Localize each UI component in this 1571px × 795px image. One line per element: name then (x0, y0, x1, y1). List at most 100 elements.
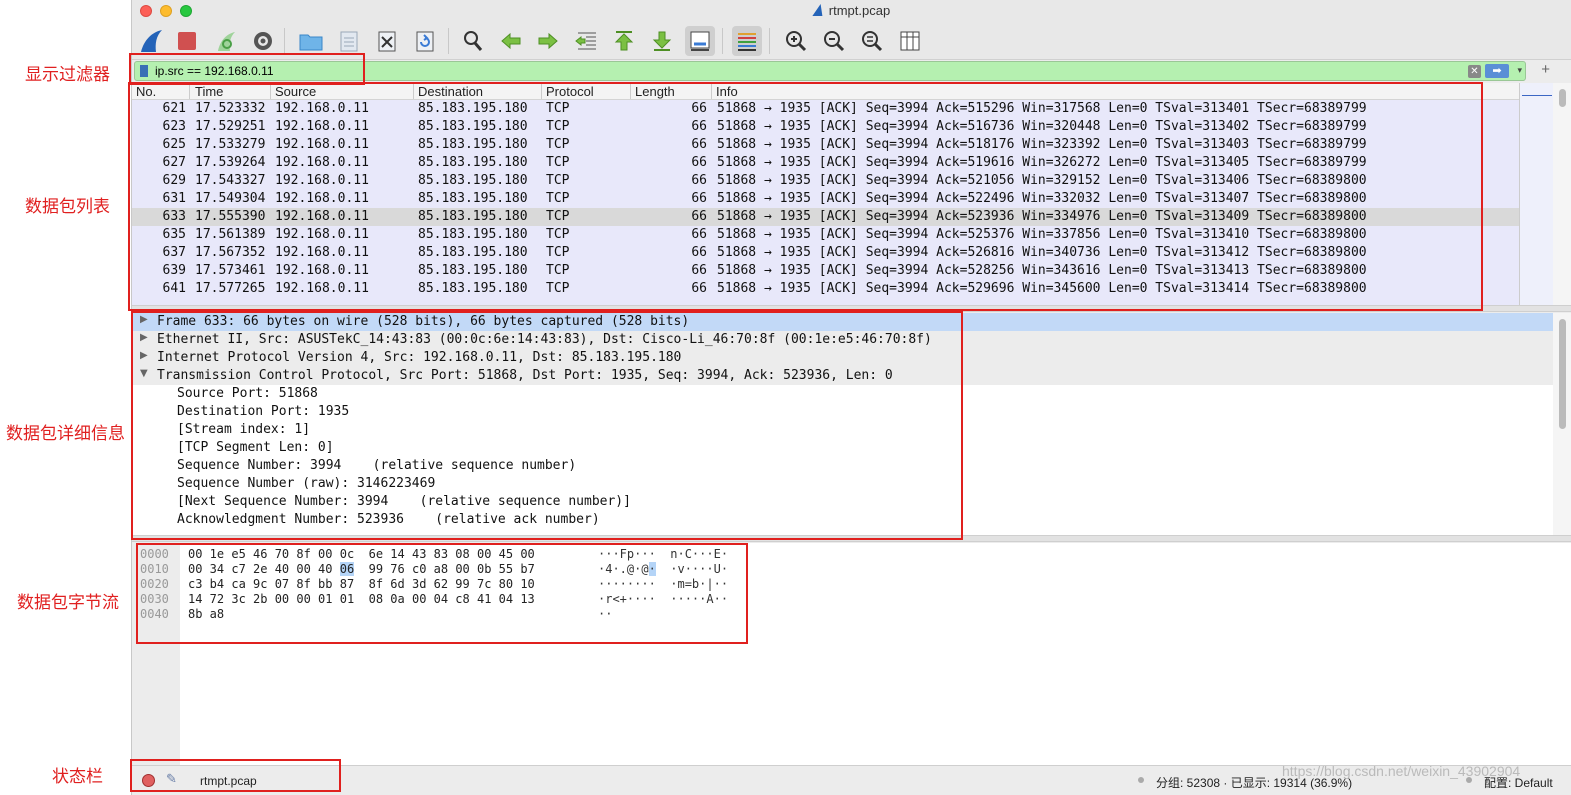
column-divider (270, 84, 271, 99)
start-capture-button[interactable] (136, 26, 166, 56)
bookmark-icon[interactable] (140, 65, 148, 77)
hex-bytes[interactable]: 14 72 3c 2b 00 00 01 01 08 0a 00 04 c8 4… (188, 592, 535, 606)
ascii-bytes[interactable]: ·4·.@·@· ·v····U· (598, 562, 728, 576)
packet-row[interactable]: 621 17.523332 192.168.0.11 85.183.195.180 TC… (132, 100, 1519, 118)
capture-comment-icon[interactable]: ✎ (166, 771, 177, 787)
pane-splitter[interactable] (132, 535, 1571, 542)
hex-bytes[interactable]: 00 1e e5 46 70 8f 00 0c 6e 14 43 83 08 0… (188, 547, 535, 561)
column-header-source[interactable]: Source (275, 84, 316, 99)
close-file-button[interactable] (372, 26, 402, 56)
packet-list-scrollbar[interactable] (1553, 83, 1571, 305)
packet-cell-info: 51868 → 1935 [ACK] Seq=3994 Ack=526816 W… (717, 245, 1367, 260)
column-header-info[interactable]: Info (716, 84, 738, 99)
packet-row[interactable]: 627 17.539264 192.168.0.11 85.183.195.180 TC… (132, 154, 1519, 172)
detail-field[interactable]: Destination Port: 1935 (132, 403, 1553, 421)
scrollbar-thumb[interactable] (1559, 89, 1566, 107)
expand-down-icon[interactable]: ▼ (140, 368, 148, 379)
open-folder-icon (299, 34, 323, 51)
zoom-out-button[interactable] (819, 26, 849, 56)
status-file-name: rtmpt.pcap (200, 774, 257, 788)
filter-dropdown-icon[interactable]: ▾ (1517, 65, 1522, 76)
expand-right-icon[interactable]: ▶ (140, 332, 148, 343)
normal-size-button[interactable] (857, 26, 887, 56)
scrollbar-thumb[interactable] (1559, 319, 1566, 429)
first-packet-button[interactable] (609, 26, 639, 56)
packet-cell-len: 66 (691, 263, 707, 278)
column-header-destination[interactable]: Destination (418, 84, 483, 99)
detail-text: Acknowledgment Number: 523936 (relative … (177, 512, 600, 527)
go-back-button[interactable] (496, 26, 526, 56)
detail-field[interactable]: Sequence Number (raw): 3146223469 (132, 475, 1553, 493)
packet-minimap[interactable] (1519, 83, 1553, 305)
packet-cell-proto: TCP (546, 281, 570, 296)
packet-row[interactable]: 637 17.567352 192.168.0.11 85.183.195.180 TC… (132, 244, 1519, 262)
column-header-no[interactable]: No. (136, 84, 156, 99)
packet-row[interactable]: 631 17.549304 192.168.0.11 85.183.195.180 TC… (132, 190, 1519, 208)
detail-field[interactable]: Sequence Number: 3994 (relative sequence… (132, 457, 1553, 475)
detail-tree-node[interactable]: ▶ Frame 633: 66 bytes on wire (528 bits),… (132, 313, 1553, 331)
detail-text: Internet Protocol Version 4, Src: 192.16… (157, 350, 682, 365)
packet-row[interactable]: 641 17.577265 192.168.0.11 85.183.195.180 TC… (132, 280, 1519, 298)
ascii-bytes[interactable]: ·r<+···· ·····A·· (598, 592, 728, 606)
detail-tree-node[interactable]: ▶ Ethernet II, Src: ASUSTekC_14:43:83 (00… (132, 331, 1553, 349)
packet-row[interactable]: 635 17.561389 192.168.0.11 85.183.195.180 TC… (132, 226, 1519, 244)
find-packet-button[interactable] (458, 26, 488, 56)
detail-text: Source Port: 51868 (177, 386, 318, 401)
restart-capture-button[interactable] (211, 26, 241, 56)
clear-filter-button[interactable]: ✕ (1468, 65, 1481, 78)
packet-cell-time: 17.523332 (195, 101, 266, 116)
detail-field[interactable]: Acknowledgment Number: 523936 (relative … (132, 511, 1553, 529)
column-header-length[interactable]: Length (635, 84, 675, 99)
detail-tree-node[interactable]: ▼ Transmission Control Protocol, Src Port… (132, 367, 1553, 385)
ascii-bytes[interactable]: ·· (598, 607, 612, 621)
normal-size-icon (862, 31, 883, 52)
packet-details-scrollbar[interactable] (1553, 313, 1571, 535)
expert-info-icon[interactable] (142, 774, 155, 787)
ascii-bytes[interactable]: ········ ·m=b·|·· (598, 577, 728, 591)
packet-row[interactable]: 639 17.573461 192.168.0.11 85.183.195.180 TC… (132, 262, 1519, 280)
expand-right-icon[interactable]: ▶ (140, 314, 148, 325)
expand-right-icon[interactable]: ▶ (140, 350, 148, 361)
resize-columns-button[interactable] (895, 26, 925, 56)
go-forward-button[interactable] (533, 26, 563, 56)
hex-row: 0040 8b a8 ·· (132, 607, 832, 622)
pane-splitter[interactable] (132, 305, 1571, 312)
column-header-time[interactable]: Time (195, 84, 223, 99)
column-header-protocol[interactable]: Protocol (546, 84, 594, 99)
add-filter-button[interactable]: + (1541, 61, 1550, 78)
packet-cell-proto: TCP (546, 119, 570, 134)
annotation-packet-bytes: 数据包字节流 (17, 593, 119, 613)
stop-capture-button[interactable] (172, 26, 202, 56)
detail-field[interactable]: Source Port: 51868 (132, 385, 1553, 403)
column-divider (413, 84, 414, 99)
colorize-button[interactable] (732, 26, 762, 56)
detail-text: [Next Sequence Number: 3994 (relative se… (177, 494, 631, 509)
annotation-packet-details: 数据包详细信息 (6, 424, 125, 444)
autoscroll-button[interactable] (685, 26, 715, 56)
save-icon (340, 31, 358, 52)
hex-byte-group: c3 b4 ca 9c 07 8f bb 87 8f 6d 3d 62 99 7… (188, 577, 535, 591)
packet-row[interactable]: 633 17.555390 192.168.0.11 85.183.195.180 TC… (132, 208, 1519, 226)
packet-row[interactable]: 629 17.543327 192.168.0.11 85.183.195.180 TC… (132, 172, 1519, 190)
save-file-button[interactable] (334, 26, 364, 56)
last-packet-button[interactable] (647, 26, 677, 56)
capture-options-button[interactable] (248, 26, 278, 56)
go-to-packet-button[interactable] (571, 26, 601, 56)
display-filter-input[interactable] (155, 63, 1455, 79)
zoom-in-button[interactable] (781, 26, 811, 56)
detail-field[interactable]: [TCP Segment Len: 0] (132, 439, 1553, 457)
detail-tree-node[interactable]: ▶ Internet Protocol Version 4, Src: 192.1… (132, 349, 1553, 367)
open-file-button[interactable] (296, 26, 326, 56)
first-packet-icon (614, 31, 634, 51)
detail-field[interactable]: [Stream index: 1] (132, 421, 1553, 439)
packet-row[interactable]: 625 17.533279 192.168.0.11 85.183.195.180 TC… (132, 136, 1519, 154)
apply-filter-button[interactable]: ➡ (1485, 64, 1509, 78)
hex-bytes[interactable]: 8b a8 (188, 607, 224, 621)
detail-field[interactable]: [Next Sequence Number: 3994 (relative se… (132, 493, 1553, 511)
hex-bytes[interactable]: 00 34 c7 2e 40 00 40 06 99 76 c0 a8 00 0… (188, 562, 535, 576)
colorize-icon (738, 33, 756, 51)
reload-file-button[interactable] (410, 26, 440, 56)
hex-bytes[interactable]: c3 b4 ca 9c 07 8f bb 87 8f 6d 3d 62 99 7… (188, 577, 535, 591)
ascii-bytes[interactable]: ···Fp··· n·C···E· (598, 547, 728, 561)
packet-row[interactable]: 623 17.529251 192.168.0.11 85.183.195.180 TC… (132, 118, 1519, 136)
